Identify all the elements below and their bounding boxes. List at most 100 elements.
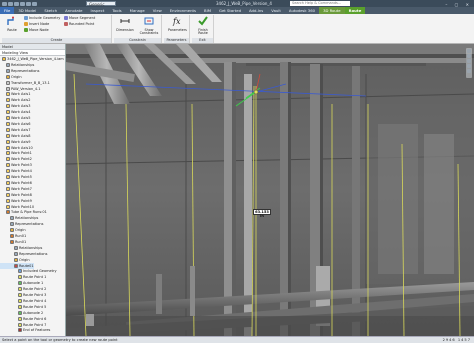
tree-item-label: Route Point 2: [23, 287, 47, 292]
inventor-window: Generic 3462_J_WeB_Pipe_Version_4 Search…: [0, 0, 474, 343]
tree-item-label: Work Point6: [11, 180, 32, 185]
show-constraints-label: Show Constraints: [139, 27, 159, 36]
tree-item-label: Work Point5: [11, 175, 32, 179]
tree-item[interactable]: End of Features: [0, 327, 50, 333]
tree-node-icon: [10, 239, 14, 244]
tab-vault[interactable]: Vault: [267, 7, 285, 14]
orbit-icon[interactable]: [467, 59, 471, 63]
tree-node-icon: [18, 316, 22, 321]
help-search-input[interactable]: Search Help & Commands...: [290, 1, 350, 6]
quick-access-toolbar[interactable]: [2, 1, 62, 6]
tree-node-icon: [6, 104, 10, 109]
tree-item-label: 3462_J_WeB_Pipe_Version_4.iam: [7, 57, 64, 61]
constraints-icon: [144, 17, 154, 25]
tab-autodesk-360[interactable]: Autodesk 360: [285, 7, 319, 14]
tree-node-icon: [6, 86, 10, 91]
tree-item-label: Autonode 2: [23, 310, 44, 315]
tree-node-icon: [6, 121, 10, 126]
tree-item-label: Relationships: [11, 62, 35, 67]
tab-add-ins[interactable]: Add-Ins: [245, 7, 267, 14]
tree-item-label: Included Geometry: [23, 269, 57, 274]
tab-tools[interactable]: Tools: [108, 7, 125, 14]
status-message: Select a point on the tool or geometry t…: [2, 338, 118, 342]
tab-inspect[interactable]: Inspect: [86, 7, 108, 14]
zoom-icon[interactable]: [467, 54, 471, 58]
tree-item-label: Work Axis7: [11, 127, 31, 132]
tree-item-label: End of Features: [23, 328, 51, 333]
tree-node-icon: [18, 322, 22, 327]
tree-node-icon: [6, 62, 10, 67]
tree-node-icon: [18, 304, 22, 309]
tree-item-label: Work Point3: [11, 163, 32, 168]
tab-get-started[interactable]: Get Started: [215, 7, 245, 14]
tree-item-label: Work Axis5: [11, 116, 31, 120]
insert-node-button[interactable]: Insert Node: [24, 22, 49, 27]
tab-bim[interactable]: BIM: [200, 7, 215, 14]
tab-file[interactable]: File: [0, 7, 15, 14]
tab-environments[interactable]: Environments: [166, 7, 200, 14]
insert-node-icon: [24, 22, 28, 26]
group-exit: Finish Route Exit: [192, 15, 214, 43]
tree-node-icon: [6, 80, 10, 85]
tree-item-label: Origin: [15, 228, 26, 233]
tree-item-label: Work Axis9: [11, 139, 31, 144]
save-icon[interactable]: [14, 2, 19, 6]
checkmark-icon: [198, 16, 208, 26]
open-icon[interactable]: [8, 2, 13, 6]
tree-node-icon: [18, 310, 22, 315]
redo-icon[interactable]: [26, 2, 31, 6]
dimension-icon: [120, 19, 130, 23]
tab-view[interactable]: View: [149, 7, 166, 14]
tree-item-label: Run01: [15, 239, 27, 244]
group-create: Route Include Geometry Insert Node Move …: [2, 15, 112, 43]
graphics-viewport[interactable]: 63.153 in: [66, 44, 474, 336]
tree-item-label: Representations: [19, 251, 48, 256]
ribbon-tabs: File 3D Model Sketch Annotate Inspect Tools Ma…: [0, 7, 474, 14]
look-at-icon[interactable]: [467, 64, 471, 68]
undo-icon[interactable]: [20, 2, 25, 6]
tab-manage[interactable]: Manage: [126, 7, 149, 14]
new-icon[interactable]: [2, 2, 7, 6]
route-button[interactable]: Route: [3, 16, 21, 38]
tree-node-icon: [6, 175, 10, 179]
tree-item-label: Representations: [15, 222, 44, 227]
tree-item-label: Work Point8: [11, 192, 32, 197]
pan-icon[interactable]: [467, 49, 471, 53]
tree-node-icon: [6, 210, 10, 215]
tree-item-label: Autonode 1: [23, 281, 44, 286]
tab-route[interactable]: Route: [344, 7, 366, 14]
navigation-bar[interactable]: [466, 48, 472, 78]
view-cube-icon[interactable]: [467, 69, 471, 73]
svg-text:fx: fx: [172, 17, 181, 26]
finish-route-label: Finish Route: [198, 27, 208, 36]
scene-canvas[interactable]: [66, 44, 474, 336]
parameters-button[interactable]: fx Parameters: [168, 16, 187, 38]
tree-item-label: Work Axis1: [11, 92, 31, 97]
tree-node-icon: [6, 98, 10, 103]
finish-route-button[interactable]: Finish Route: [194, 16, 212, 38]
project-dropdown[interactable]: Generic: [86, 1, 116, 7]
tab-sketch[interactable]: Sketch: [40, 7, 61, 14]
tab-annotate[interactable]: Annotate: [61, 7, 86, 14]
rounded-point-button[interactable]: Rounded Point: [64, 22, 94, 27]
route-label: Route: [7, 27, 17, 32]
dimension-button[interactable]: Dimension: [116, 16, 134, 38]
tree-node-icon: [10, 216, 14, 221]
move-node-button[interactable]: Move Node: [24, 28, 49, 33]
tree-node-icon: [6, 192, 10, 197]
move-segment-button[interactable]: Move Segment: [64, 16, 95, 21]
dimension-input[interactable]: 63.153 in: [253, 209, 271, 218]
tab-3d-model[interactable]: 3D Model: [14, 7, 40, 14]
tree-node-icon: [6, 157, 10, 162]
tree-node-icon: [10, 222, 14, 227]
tree-node-icon: [14, 263, 18, 268]
move-segment-icon: [64, 16, 68, 20]
home-icon[interactable]: [32, 2, 37, 6]
tab-3d-route[interactable]: 3D Route: [319, 7, 345, 14]
show-constraints-button[interactable]: Show Constraints: [138, 16, 160, 38]
include-geometry-button[interactable]: Include Geometry: [24, 16, 60, 21]
tree-node-icon: [14, 251, 18, 256]
model-browser: Model Modeling View 3462_J_WeB_Pipe_Vers…: [0, 44, 66, 336]
tree-node-icon: [6, 92, 10, 97]
tree-item-label: Route Point 4: [23, 298, 47, 303]
